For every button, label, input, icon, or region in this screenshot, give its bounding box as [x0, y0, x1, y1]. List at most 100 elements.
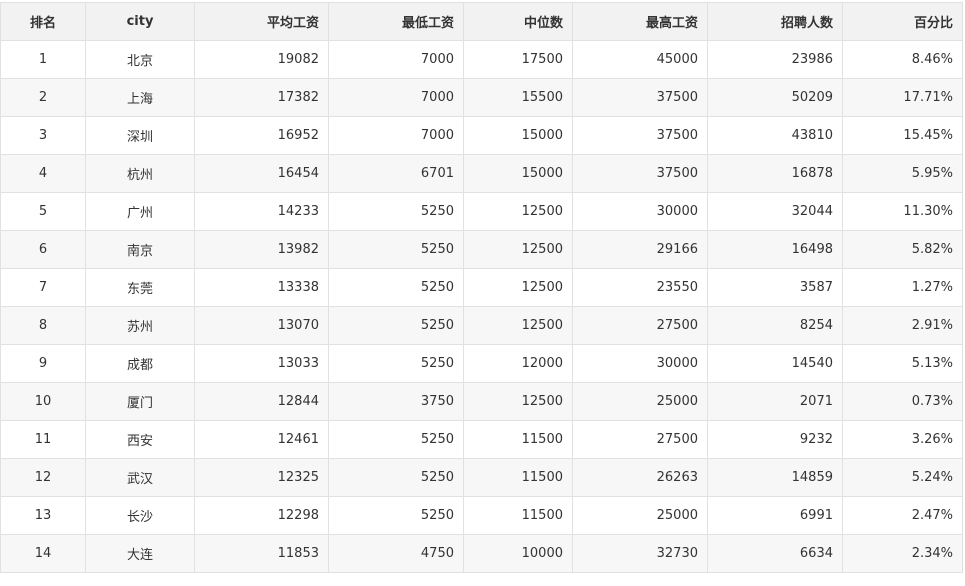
rank-cell: 3	[0, 116, 86, 155]
avg-salary-cell: 19082	[194, 40, 329, 79]
min-salary-cell: 5250	[328, 230, 464, 269]
city-cell: 东莞	[85, 268, 195, 307]
median-cell: 17500	[463, 40, 573, 79]
rank-cell: 6	[0, 230, 86, 269]
table-row: 4 杭州 16454 6701 15000 37500 16878 5.95%	[0, 154, 963, 193]
rank-cell: 9	[0, 344, 86, 383]
hiring-count-cell: 6991	[707, 496, 843, 535]
hiring-count-cell: 8254	[707, 306, 843, 345]
median-cell: 12500	[463, 306, 573, 345]
percentage-cell: 2.34%	[842, 534, 963, 573]
avg-salary-cell: 12325	[194, 458, 329, 497]
city-cell: 大连	[85, 534, 195, 573]
avg-salary-cell: 12298	[194, 496, 329, 535]
avg-salary-cell: 13338	[194, 268, 329, 307]
header-median: 中位数	[463, 2, 573, 41]
median-cell: 12500	[463, 268, 573, 307]
hiring-count-cell: 50209	[707, 78, 843, 117]
percentage-cell: 2.47%	[842, 496, 963, 535]
city-cell: 西安	[85, 420, 195, 459]
max-salary-cell: 45000	[572, 40, 708, 79]
hiring-count-cell: 32044	[707, 192, 843, 231]
avg-salary-cell: 12461	[194, 420, 329, 459]
max-salary-cell: 27500	[572, 306, 708, 345]
avg-salary-cell: 16454	[194, 154, 329, 193]
city-cell: 武汉	[85, 458, 195, 497]
rank-cell: 13	[0, 496, 86, 535]
hiring-count-cell: 43810	[707, 116, 843, 155]
max-salary-cell: 37500	[572, 154, 708, 193]
min-salary-cell: 4750	[328, 534, 464, 573]
avg-salary-cell: 13070	[194, 306, 329, 345]
avg-salary-cell: 16952	[194, 116, 329, 155]
max-salary-cell: 27500	[572, 420, 708, 459]
table-body: 1 北京 19082 7000 17500 45000 23986 8.46% 2 上海 17382…	[0, 40, 963, 573]
header-avg-salary: 平均工资	[194, 2, 329, 41]
percentage-cell: 2.91%	[842, 306, 963, 345]
city-cell: 杭州	[85, 154, 195, 193]
median-cell: 12500	[463, 192, 573, 231]
hiring-count-cell: 14540	[707, 344, 843, 383]
min-salary-cell: 5250	[328, 192, 464, 231]
city-cell: 成都	[85, 344, 195, 383]
header-max-salary: 最高工资	[572, 2, 708, 41]
rank-cell: 14	[0, 534, 86, 573]
table-row: 6 南京 13982 5250 12500 29166 16498 5.82%	[0, 230, 963, 269]
avg-salary-cell: 13982	[194, 230, 329, 269]
median-cell: 12500	[463, 382, 573, 421]
percentage-cell: 5.13%	[842, 344, 963, 383]
avg-salary-cell: 14233	[194, 192, 329, 231]
city-cell: 苏州	[85, 306, 195, 345]
median-cell: 10000	[463, 534, 573, 573]
header-rank: 排名	[0, 2, 86, 41]
median-cell: 15000	[463, 154, 573, 193]
min-salary-cell: 5250	[328, 268, 464, 307]
hiring-count-cell: 9232	[707, 420, 843, 459]
table-row: 13 长沙 12298 5250 11500 25000 6991 2.47%	[0, 496, 963, 535]
table-row: 11 西安 12461 5250 11500 27500 9232 3.26%	[0, 420, 963, 459]
city-cell: 南京	[85, 230, 195, 269]
percentage-cell: 5.24%	[842, 458, 963, 497]
rank-cell: 8	[0, 306, 86, 345]
max-salary-cell: 37500	[572, 116, 708, 155]
percentage-cell: 0.73%	[842, 382, 963, 421]
city-cell: 广州	[85, 192, 195, 231]
rank-cell: 7	[0, 268, 86, 307]
median-cell: 11500	[463, 420, 573, 459]
max-salary-cell: 30000	[572, 192, 708, 231]
hiring-count-cell: 14859	[707, 458, 843, 497]
min-salary-cell: 5250	[328, 458, 464, 497]
table-row: 3 深圳 16952 7000 15000 37500 43810 15.45%	[0, 116, 963, 155]
median-cell: 11500	[463, 496, 573, 535]
median-cell: 12000	[463, 344, 573, 383]
min-salary-cell: 7000	[328, 78, 464, 117]
hiring-count-cell: 2071	[707, 382, 843, 421]
min-salary-cell: 5250	[328, 344, 464, 383]
percentage-cell: 15.45%	[842, 116, 963, 155]
percentage-cell: 5.82%	[842, 230, 963, 269]
max-salary-cell: 26263	[572, 458, 708, 497]
max-salary-cell: 25000	[572, 496, 708, 535]
min-salary-cell: 7000	[328, 116, 464, 155]
hiring-count-cell: 16498	[707, 230, 843, 269]
table-row: 5 广州 14233 5250 12500 30000 32044 11.30%	[0, 192, 963, 231]
table-row: 12 武汉 12325 5250 11500 26263 14859 5.24%	[0, 458, 963, 497]
avg-salary-cell: 11853	[194, 534, 329, 573]
table-row: 2 上海 17382 7000 15500 37500 50209 17.71%	[0, 78, 963, 117]
hiring-count-cell: 16878	[707, 154, 843, 193]
median-cell: 12500	[463, 230, 573, 269]
rank-cell: 2	[0, 78, 86, 117]
min-salary-cell: 7000	[328, 40, 464, 79]
table-row: 8 苏州 13070 5250 12500 27500 8254 2.91%	[0, 306, 963, 345]
avg-salary-cell: 17382	[194, 78, 329, 117]
hiring-count-cell: 6634	[707, 534, 843, 573]
city-cell: 上海	[85, 78, 195, 117]
city-cell: 北京	[85, 40, 195, 79]
rank-cell: 4	[0, 154, 86, 193]
header-percentage: 百分比	[842, 2, 963, 41]
table-row: 7 东莞 13338 5250 12500 23550 3587 1.27%	[0, 268, 963, 307]
percentage-cell: 17.71%	[842, 78, 963, 117]
max-salary-cell: 23550	[572, 268, 708, 307]
percentage-cell: 11.30%	[842, 192, 963, 231]
rank-cell: 12	[0, 458, 86, 497]
